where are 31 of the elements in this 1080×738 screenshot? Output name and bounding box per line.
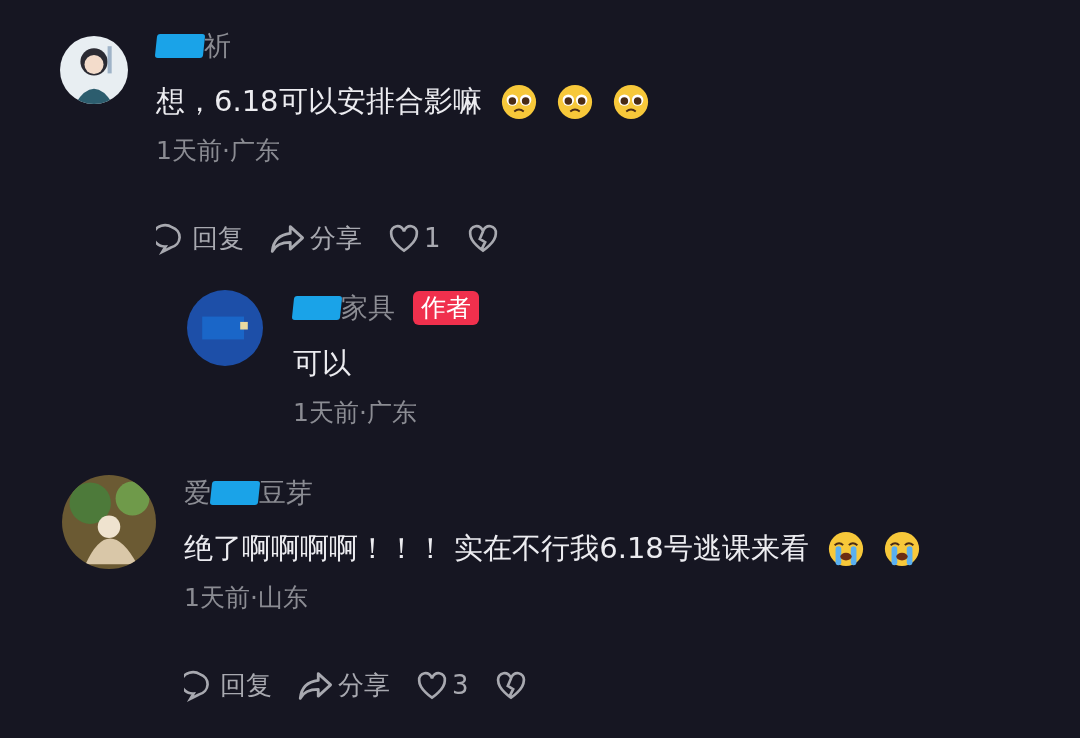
share-arrow-icon <box>298 669 334 702</box>
timestamp-location: 1天前·山东 <box>184 581 309 614</box>
comment-text: 绝了啊啊啊啊！！！ 实在不行我6.18号逃课来看 <box>184 530 809 567</box>
comment-text: 想，6.18可以安排合影嘛 <box>156 83 482 120</box>
username: 家具 <box>341 290 395 325</box>
share-arrow-icon <box>270 222 306 255</box>
pleading-face-icon <box>555 82 594 121</box>
comment-text: 可以 <box>293 345 351 382</box>
share-button[interactable]: 分享 <box>298 666 390 705</box>
redaction-mark <box>291 296 343 320</box>
redaction-mark <box>154 34 206 58</box>
username: 爱 <box>184 475 211 510</box>
reply-button[interactable]: 回复 <box>184 666 272 705</box>
heart-icon <box>388 223 420 254</box>
username: 豆芽 <box>259 475 313 510</box>
heart-icon <box>416 670 448 701</box>
crying-face-icon <box>826 529 865 568</box>
redaction-mark <box>209 481 261 505</box>
broken-heart-icon[interactable] <box>494 670 527 701</box>
reply-button[interactable]: 回复 <box>156 219 244 258</box>
share-button[interactable]: 分享 <box>270 219 362 258</box>
broken-heart-icon[interactable] <box>466 223 499 254</box>
pleading-face-icon <box>499 82 538 121</box>
like-button[interactable]: 1 <box>388 219 441 258</box>
username: 祈 <box>204 28 231 63</box>
pleading-face-icon <box>611 82 650 121</box>
like-button[interactable]: 3 <box>416 666 469 705</box>
author-badge: 作者 <box>413 291 479 325</box>
timestamp-location: 1天前·广东 <box>156 134 281 167</box>
timestamp-location: 1天前·广东 <box>293 396 418 429</box>
crying-face-icon <box>882 529 921 568</box>
